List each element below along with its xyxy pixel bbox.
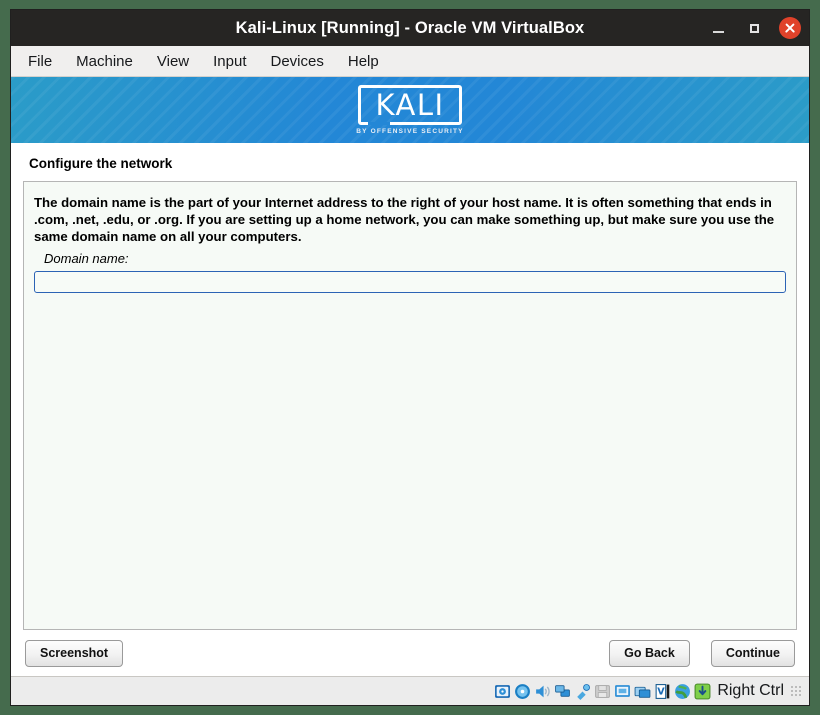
menu-item-machine[interactable]: Machine xyxy=(75,51,134,72)
remote-desktop-icon[interactable] xyxy=(674,683,691,700)
kali-logo-box: KALI xyxy=(358,85,462,125)
kali-logo-notch xyxy=(368,122,390,125)
display-icon[interactable] xyxy=(614,683,631,700)
menu-item-view[interactable]: View xyxy=(156,51,190,72)
menu-item-input[interactable]: Input xyxy=(212,51,247,72)
window-titlebar: Kali-Linux [Running] - Oracle VM Virtual… xyxy=(11,10,809,46)
status-icon-group: V xyxy=(494,683,711,700)
usb-icon[interactable] xyxy=(574,683,591,700)
vm-statusbar: V Right Ctrl xyxy=(11,676,809,705)
page-title: Configure the network xyxy=(29,156,173,171)
virtualbox-window: Kali-Linux [Running] - Oracle VM Virtual… xyxy=(10,9,810,706)
kali-logo-text: KALI xyxy=(375,87,445,122)
menubar: File Machine View Input Devices Help xyxy=(11,46,809,77)
maximize-button[interactable] xyxy=(743,17,765,39)
screenshot-button[interactable]: Screenshot xyxy=(25,639,124,667)
menu-item-devices[interactable]: Devices xyxy=(270,51,325,72)
domain-name-input[interactable] xyxy=(34,271,786,293)
continue-button[interactable]: Continue xyxy=(710,639,795,667)
close-button[interactable] xyxy=(779,17,801,39)
minimize-icon xyxy=(712,30,724,33)
installer-page: Configure the network The domain name is… xyxy=(11,143,809,676)
installer-panel: The domain name is the part of your Inte… xyxy=(23,181,797,630)
screenshot-root: Kali-Linux [Running] - Oracle VM Virtual… xyxy=(0,0,820,715)
kali-banner: KALI BY OFFENSIVE SECURITY xyxy=(11,77,809,143)
window-title: Kali-Linux [Running] - Oracle VM Virtual… xyxy=(235,18,585,37)
svg-text:V: V xyxy=(658,686,666,697)
network-icon[interactable] xyxy=(554,683,571,700)
resize-grip[interactable] xyxy=(790,684,803,698)
window-controls xyxy=(707,10,801,46)
host-key-icon[interactable] xyxy=(694,683,711,700)
close-icon xyxy=(779,17,801,39)
kali-logo: KALI BY OFFENSIVE SECURITY xyxy=(354,85,466,135)
video-capture-icon[interactable]: V xyxy=(654,683,671,700)
domain-name-label: Domain name: xyxy=(44,251,129,266)
description-text: The domain name is the part of your Inte… xyxy=(34,195,775,244)
host-key-label: Right Ctrl xyxy=(717,682,784,699)
minimize-button[interactable] xyxy=(707,17,729,39)
menu-item-help[interactable]: Help xyxy=(347,51,380,72)
shared-folders-icon[interactable] xyxy=(634,683,651,700)
maximize-icon xyxy=(749,23,759,33)
kali-tagline: BY OFFENSIVE SECURITY xyxy=(356,128,464,135)
hard-disk-icon[interactable] xyxy=(494,683,511,700)
installer-button-row: Screenshot Go Back Continue xyxy=(11,630,809,676)
floppy-disk-icon[interactable] xyxy=(594,683,611,700)
audio-icon[interactable] xyxy=(534,683,551,700)
guest-screen: KALI BY OFFENSIVE SECURITY Configure the… xyxy=(11,77,809,676)
go-back-button[interactable]: Go Back xyxy=(609,639,690,667)
menu-item-file[interactable]: File xyxy=(27,51,53,72)
optical-disk-icon[interactable] xyxy=(514,683,531,700)
